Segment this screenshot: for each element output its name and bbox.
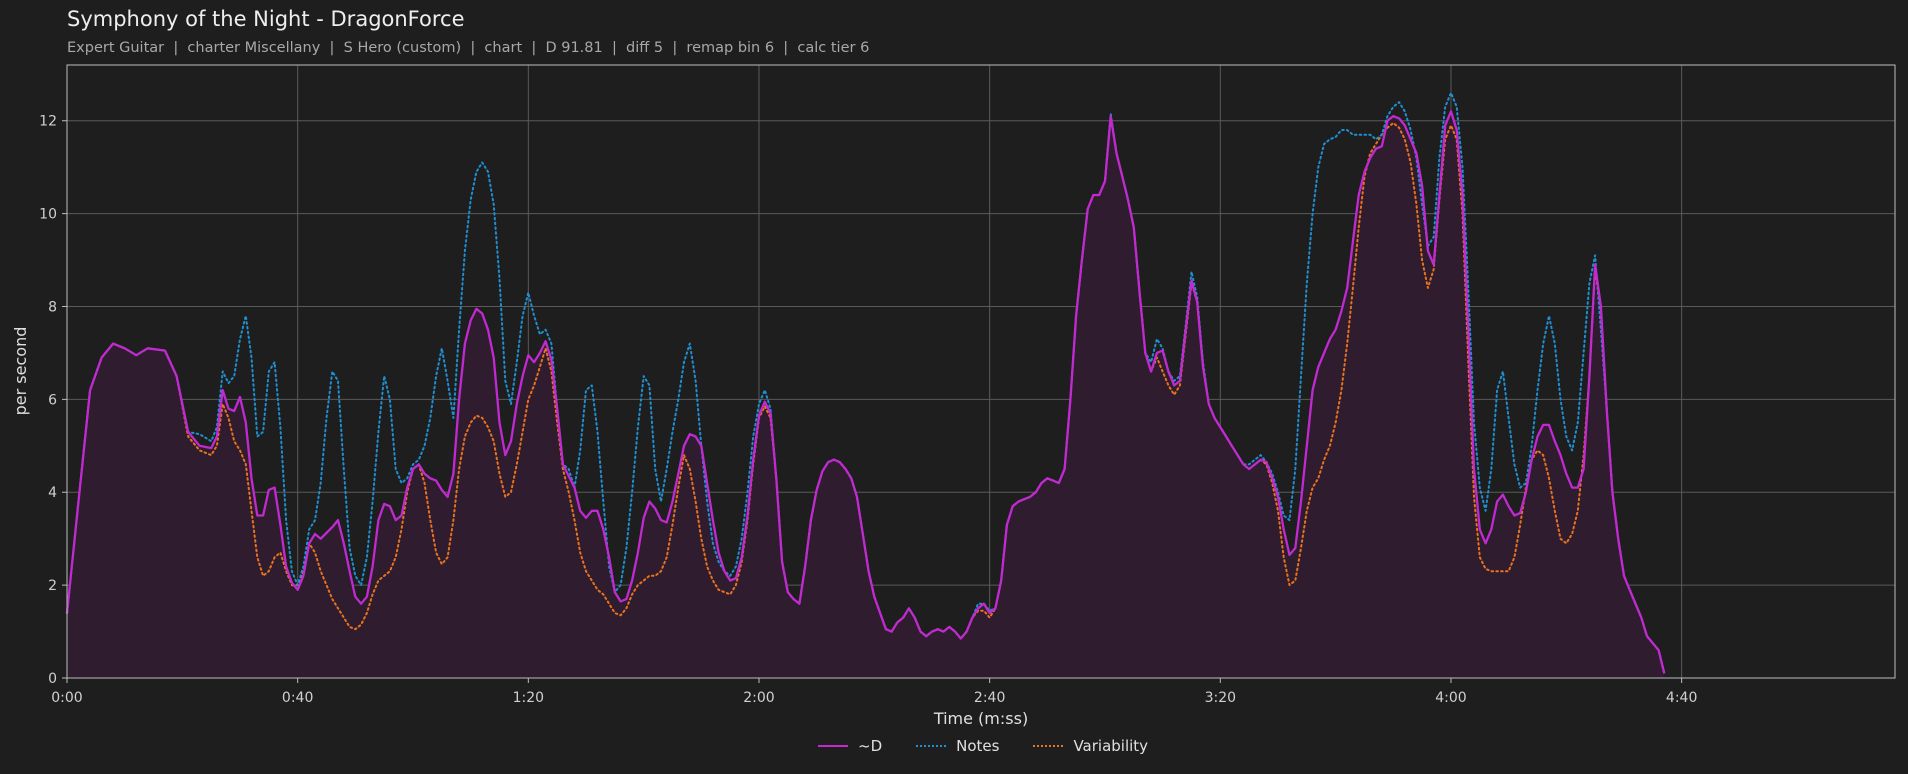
x-tick-label: 4:00 bbox=[1435, 690, 1466, 706]
x-axis-label: Time (m:ss) bbox=[933, 709, 1028, 728]
y-tick-label: 4 bbox=[48, 485, 57, 501]
x-tick-label: 0:00 bbox=[51, 690, 82, 706]
legend-item-notes: Notes bbox=[916, 737, 999, 755]
x-axis: 0:00 0:40 1:20 2:00 2:40 3:20 4:00 4:40 bbox=[51, 678, 1697, 706]
legend-item-variability: Variability bbox=[1033, 737, 1148, 755]
legend: ~D Notes Variability bbox=[818, 737, 1148, 755]
legend-label-d: ~D bbox=[858, 737, 883, 755]
x-tick-label: 0:40 bbox=[282, 690, 313, 706]
y-tick-label: 12 bbox=[39, 114, 57, 130]
x-tick-label: 2:00 bbox=[743, 690, 774, 706]
x-tick-label: 2:40 bbox=[974, 690, 1005, 706]
legend-swatch-d bbox=[818, 745, 848, 747]
x-tick-label: 4:40 bbox=[1666, 690, 1697, 706]
y-axis: 0 2 4 6 8 10 12 bbox=[39, 114, 67, 687]
legend-item-d: ~D bbox=[818, 737, 882, 755]
y-tick-label: 0 bbox=[48, 671, 57, 687]
legend-swatch-variability bbox=[1033, 745, 1064, 747]
legend-label-variability: Variability bbox=[1073, 737, 1149, 755]
chart: 0:00 0:40 1:20 2:00 2:40 3:20 4:00 4:40 0 2 4 6 8 10… bbox=[11, 64, 1896, 728]
y-tick-label: 10 bbox=[39, 207, 57, 223]
x-tick-label: 1:20 bbox=[513, 690, 544, 706]
y-tick-label: 6 bbox=[48, 392, 57, 408]
y-tick-label: 8 bbox=[48, 299, 57, 315]
y-tick-label: 2 bbox=[48, 578, 57, 594]
legend-swatch-notes bbox=[916, 745, 947, 747]
x-tick-label: 3:20 bbox=[1205, 690, 1236, 706]
legend-label-notes: Notes bbox=[956, 737, 1000, 755]
y-axis-label: per second bbox=[11, 327, 30, 416]
